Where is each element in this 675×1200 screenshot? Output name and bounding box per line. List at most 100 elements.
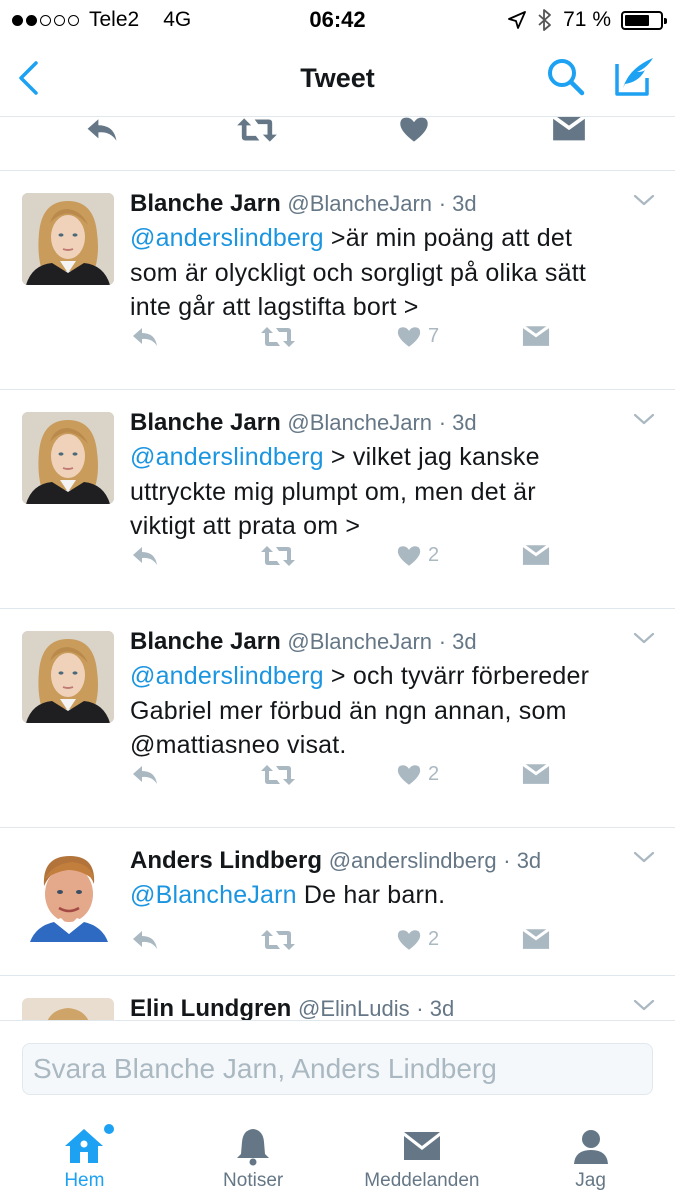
envelope-icon — [403, 1132, 440, 1160]
like-count: 2 — [428, 928, 440, 950]
tweet-time: · 3d — [416, 996, 455, 1020]
compose-icon — [615, 58, 653, 96]
tweet-actions: 2 — [130, 763, 655, 793]
like-button[interactable]: 2 — [396, 928, 439, 951]
tab-label: Notiser — [223, 1170, 284, 1191]
reply-area — [0, 1020, 675, 1120]
dm-button[interactable] — [522, 763, 550, 786]
author-name[interactable]: Blanche Jarn — [130, 409, 281, 436]
author-name[interactable]: Blanche Jarn — [130, 628, 281, 655]
envelope-icon — [522, 763, 550, 786]
chevron-down-icon[interactable] — [633, 850, 655, 864]
author-handle[interactable]: @ElinLudis — [298, 996, 410, 1020]
avatar[interactable] — [22, 631, 114, 723]
tweet-text: @BlancheJarn De har barn. — [130, 878, 655, 913]
reply-icon — [130, 544, 160, 568]
retweet-button[interactable] — [236, 116, 278, 145]
like-button[interactable]: 2 — [396, 544, 439, 567]
tweet-time: · 3d — [438, 629, 477, 654]
mention-link[interactable]: @BlancheJarn — [130, 881, 297, 909]
retweet-button[interactable] — [260, 763, 296, 787]
envelope-icon — [522, 544, 550, 567]
mention-link[interactable]: @anderslindberg — [130, 443, 324, 471]
tweet-text-line: inte går att lagstifta bort > — [130, 293, 419, 321]
like-button[interactable] — [398, 116, 430, 143]
author-handle[interactable]: @BlancheJarn — [287, 629, 432, 654]
tweet-item[interactable]: Blanche Jarn @BlancheJarn · 3d @andersli… — [0, 171, 675, 390]
author-handle[interactable]: @BlancheJarn — [287, 410, 432, 435]
tweet-text-line: @mattiasneo visat. — [130, 731, 347, 759]
search-icon — [548, 59, 585, 96]
tweet-header: Blanche Jarn @BlancheJarn · 3d — [130, 406, 655, 440]
like-count: 2 — [428, 544, 440, 566]
heart-icon — [396, 544, 422, 567]
carrier-label: Tele2 — [89, 8, 140, 31]
tweet-time: · 3d — [438, 191, 477, 216]
tweet-text-line: uttryckte mig plumpt om, men det är — [130, 477, 536, 506]
status-bar: Tele2 4G 06:42 71 % — [0, 0, 675, 40]
tab-messages[interactable]: Meddelanden — [338, 1120, 507, 1200]
avatar[interactable] — [22, 193, 114, 285]
tweet-text-line: >är min poäng att det — [323, 224, 573, 252]
tweet-header: Blanche Jarn @BlancheJarn · 3d — [130, 625, 655, 659]
notification-dot — [104, 1124, 114, 1134]
battery-icon — [621, 10, 667, 30]
mention-link[interactable]: @anderslindberg — [130, 224, 324, 252]
tab-profile[interactable]: Jag — [506, 1120, 675, 1200]
tab-label: Jag — [575, 1170, 606, 1191]
tweet-time: · 3d — [438, 410, 477, 435]
reply-button[interactable] — [130, 763, 160, 787]
reply-button[interactable] — [84, 116, 120, 145]
author-name[interactable]: Elin Lundgren — [130, 995, 291, 1020]
nav-bar: Tweet — [0, 40, 675, 116]
tweet-header: Blanche Jarn @BlancheJarn · 3d — [130, 187, 655, 221]
chevron-down-icon[interactable] — [633, 998, 655, 1012]
location-arrow-icon — [508, 11, 527, 29]
like-button[interactable]: 2 — [396, 763, 439, 786]
author-handle[interactable]: @anderslindberg — [329, 848, 497, 873]
reply-button[interactable] — [130, 325, 160, 349]
chevron-down-icon[interactable] — [633, 631, 655, 645]
page-title: Tweet — [300, 62, 375, 93]
dm-button[interactable] — [522, 544, 550, 567]
avatar[interactable] — [22, 412, 114, 504]
author-name[interactable]: Blanche Jarn — [130, 190, 281, 217]
dm-button[interactable] — [552, 116, 586, 143]
dm-button[interactable] — [522, 325, 550, 348]
tweet-header: Anders Lindberg @anderslindberg · 3d — [130, 844, 655, 878]
author-name[interactable]: Anders Lindberg — [130, 847, 322, 874]
retweet-icon — [260, 325, 296, 349]
chevron-down-icon[interactable] — [633, 193, 655, 207]
author-handle[interactable]: @BlancheJarn — [287, 191, 432, 216]
reply-icon — [84, 116, 120, 145]
envelope-icon — [522, 928, 550, 951]
retweet-button[interactable] — [260, 928, 296, 952]
reply-input[interactable] — [22, 1043, 653, 1095]
retweet-button[interactable] — [260, 325, 296, 349]
back-button[interactable] — [10, 58, 46, 98]
like-button[interactable]: 7 — [396, 325, 439, 348]
tweet-item[interactable]: Blanche Jarn @BlancheJarn · 3d @andersli… — [0, 390, 675, 609]
avatar[interactable] — [22, 850, 114, 942]
mention-link[interactable]: @anderslindberg — [130, 662, 324, 690]
tab-home[interactable]: Hem — [0, 1120, 169, 1200]
heart-icon — [396, 325, 422, 348]
timeline[interactable]: Blanche Jarn @BlancheJarn · 3d @andersli… — [0, 116, 675, 1020]
tweet-item[interactable]: Anders Lindberg @anderslindberg · 3d @Bl… — [0, 828, 675, 976]
dm-button[interactable] — [522, 928, 550, 951]
chevron-down-icon[interactable] — [633, 412, 655, 426]
reply-button[interactable] — [130, 928, 160, 952]
retweet-icon — [260, 544, 296, 568]
tweet-text: @anderslindberg > och tyvärr förbereder … — [130, 659, 655, 763]
reply-icon — [130, 325, 160, 349]
tweet-item[interactable]: Elin Lundgren @ElinLudis · 3d — [0, 976, 675, 1020]
avatar[interactable] — [22, 998, 114, 1020]
search-button[interactable] — [545, 56, 587, 98]
compose-button[interactable] — [613, 54, 657, 98]
retweet-button[interactable] — [260, 544, 296, 568]
tab-label: Meddelanden — [364, 1170, 480, 1191]
tweet-item[interactable]: Blanche Jarn @BlancheJarn · 3d @andersli… — [0, 609, 675, 828]
tweet-body: Blanche Jarn @BlancheJarn · 3d @andersli… — [130, 187, 655, 325]
reply-button[interactable] — [130, 544, 160, 568]
tab-notifications[interactable]: Notiser — [169, 1120, 338, 1200]
